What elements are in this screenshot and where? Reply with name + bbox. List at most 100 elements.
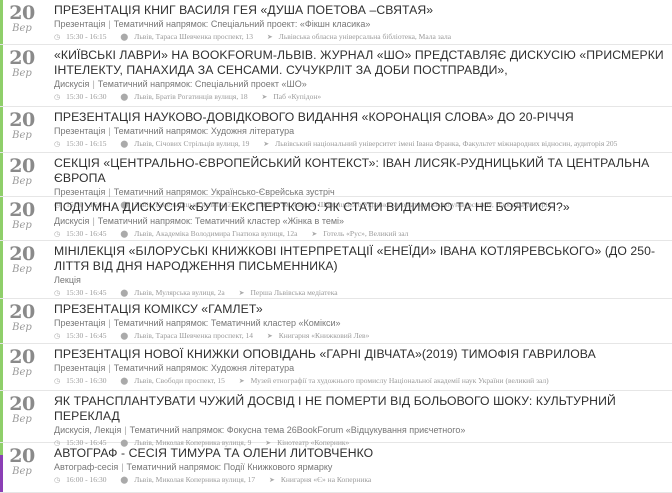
event-meta: Презентація | Тематичний напрямок: Тематич… bbox=[54, 318, 666, 329]
event-time-text: 15:30 - 16:15 bbox=[66, 32, 107, 41]
map-pin-icon: ⬤ bbox=[120, 230, 129, 238]
event-theme: Фокусна тема 26BookForum «Відцукування п… bbox=[226, 425, 466, 435]
event-theme-label: Тематичний напрямок: bbox=[113, 318, 209, 328]
event-type: Автограф-сесія bbox=[54, 462, 119, 472]
event-time: ◷ 15:30 - 16:15 bbox=[54, 32, 113, 41]
event-date: 20 Вер bbox=[0, 107, 44, 152]
map-pin-icon: ⬤ bbox=[120, 140, 129, 148]
event-title[interactable]: Презентація книг Василя Гея «Душа поетов… bbox=[54, 3, 666, 18]
event-row[interactable]: 20 Вер Мінілекція «Білоруські книжкові і… bbox=[0, 241, 672, 299]
location-arrow-icon: ➤ bbox=[238, 289, 245, 297]
event-venue[interactable]: ➤ Перша Львівська медіатека bbox=[239, 288, 344, 297]
event-body: Як трансплантувати чужий досвід і не пом… bbox=[44, 391, 672, 447]
event-row[interactable]: 20 Вер Подіумна дискусія «Бути експертко… bbox=[0, 197, 672, 241]
event-weekday: Вер bbox=[12, 176, 32, 187]
event-place: ⬤ Львів, Академіка Володимира Гнатюка вул… bbox=[120, 229, 303, 238]
event-venue[interactable]: ➤ Львівська обласна універсальна бібліоте… bbox=[267, 32, 457, 41]
event-weekday: Вер bbox=[12, 220, 32, 231]
event-info: ◷ 15:30 - 16:45 ⬤ Львів, Мулярська вулиця,… bbox=[54, 287, 666, 299]
event-theme: Художня література bbox=[210, 363, 295, 373]
event-type: Презентація bbox=[54, 187, 106, 197]
event-date: 20 Вер bbox=[0, 344, 44, 390]
clock-icon: ◷ bbox=[54, 476, 61, 484]
clock-icon: ◷ bbox=[54, 140, 61, 148]
event-time-text: 16:00 - 16:30 bbox=[66, 475, 107, 484]
event-body: Автограф - сесія Тимура та Олени Литовче… bbox=[44, 443, 672, 492]
event-venue[interactable]: ➤ Паб «Купідон» bbox=[261, 92, 327, 101]
event-meta: Презентація | Тематичний напрямок: Художня… bbox=[54, 126, 666, 137]
event-date: 20 Вер bbox=[0, 241, 44, 298]
meta-separator: | bbox=[121, 462, 124, 472]
event-place: ⬤ Львів, Тараса Шевченка проспект, 14 bbox=[120, 331, 259, 340]
event-title[interactable]: Автограф - сесія Тимура та Олени Литовче… bbox=[54, 446, 666, 461]
event-type: Презентація bbox=[54, 318, 106, 328]
event-weekday: Вер bbox=[12, 23, 32, 34]
event-venue[interactable]: ➤ Львівський національний університет іме… bbox=[263, 139, 623, 148]
event-meta: Автограф-сесія | Тематичний напрямок: Поді… bbox=[54, 462, 666, 473]
event-day: 20 bbox=[9, 301, 35, 323]
event-title[interactable]: Подіумна дискусія «Бути експерткою: як с… bbox=[54, 200, 666, 215]
event-row[interactable]: 20 Вер Автограф - сесія Тимура та Олени … bbox=[0, 443, 672, 493]
event-weekday: Вер bbox=[12, 367, 32, 378]
event-date: 20 Вер bbox=[0, 197, 44, 240]
location-arrow-icon: ➤ bbox=[238, 377, 245, 385]
event-time: ◷ 15:30 - 16:45 bbox=[54, 229, 113, 238]
map-pin-icon: ⬤ bbox=[120, 332, 129, 340]
event-theme-label: Тематичний напрямок: bbox=[113, 126, 209, 136]
event-theme-label: Тематичний напрямок: bbox=[97, 79, 193, 89]
event-type: Дискусія bbox=[54, 79, 90, 89]
event-body: Подіумна дискусія «Бути експерткою: як с… bbox=[44, 197, 672, 240]
event-place: ⬤ Львів, Тараса Шевченка проспект, 13 bbox=[120, 32, 259, 41]
map-pin-icon: ⬤ bbox=[120, 289, 129, 297]
event-title[interactable]: «Київські лаври» на BookForum-Львів. Жур… bbox=[54, 48, 666, 78]
event-info: ◷ 15:30 - 16:45 ⬤ Львів, Тараса Шевченка п… bbox=[54, 330, 666, 342]
event-place-text: Львів, Миколая Коперника вулиця, 17 bbox=[134, 475, 256, 484]
event-place-text: Львів, Братів Рогатинців вулиця, 18 bbox=[134, 92, 248, 101]
event-venue[interactable]: ➤ Книгарня «Книжковий Лев» bbox=[267, 331, 375, 340]
event-venue-text: Паб «Купідон» bbox=[273, 92, 322, 101]
event-type: Презентація bbox=[54, 126, 106, 136]
event-date: 20 Вер bbox=[0, 0, 44, 44]
event-venue-text: Музей етнографії та художнього промислу … bbox=[250, 376, 549, 385]
event-time: ◷ 15:30 - 16:30 bbox=[54, 376, 113, 385]
event-meta: Дискусія | Тематичний напрямок: Спеціальни… bbox=[54, 79, 666, 90]
event-title[interactable]: Презентація науково-довідкового видання … bbox=[54, 110, 666, 125]
meta-separator: | bbox=[92, 79, 95, 89]
event-venue[interactable]: ➤ Готель «Рус», Великий зал bbox=[311, 229, 414, 238]
event-day: 20 bbox=[9, 346, 35, 368]
event-row[interactable]: 20 Вер Презентація нової книжки оповідан… bbox=[0, 344, 672, 391]
event-row[interactable]: 20 Вер «Київські лаври» на BookForum-Льв… bbox=[0, 45, 672, 107]
event-place-text: Львів, Тараса Шевченка проспект, 13 bbox=[134, 32, 253, 41]
event-row[interactable]: 20 Вер Презентація книг Василя Гея «Душа… bbox=[0, 0, 672, 45]
clock-icon: ◷ bbox=[54, 33, 61, 41]
event-theme: Тематичний кластер «Жінка в темі» bbox=[194, 216, 345, 226]
event-row[interactable]: 20 Вер Секція «Центрально-європейський к… bbox=[0, 153, 672, 209]
event-time: ◷ 16:00 - 16:30 bbox=[54, 475, 113, 484]
event-date: 20 Вер bbox=[0, 45, 44, 106]
event-theme: Художня література bbox=[210, 126, 295, 136]
event-row[interactable]: 20 Вер Презентація коміксу «Гамлет» През… bbox=[0, 299, 672, 344]
event-time: ◷ 15:30 - 16:45 bbox=[54, 331, 113, 340]
event-title[interactable]: Презентація нової книжки оповідань «Гарн… bbox=[54, 347, 666, 362]
event-theme-label: Тематичний напрямок: bbox=[97, 216, 193, 226]
event-time: ◷ 15:30 - 16:45 bbox=[54, 288, 113, 297]
event-meta: Презентація | Тематичний напрямок: Художня… bbox=[54, 363, 666, 374]
location-arrow-icon: ➤ bbox=[268, 476, 275, 484]
map-pin-icon: ⬤ bbox=[120, 33, 129, 41]
event-title[interactable]: Як трансплантувати чужий досвід і не пом… bbox=[54, 394, 666, 424]
event-body: «Київські лаври» на BookForum-Львів. Жур… bbox=[44, 45, 672, 106]
event-title[interactable]: Мінілекція «Білоруські книжкові інтерпре… bbox=[54, 244, 666, 274]
event-info: ◷ 15:30 - 16:30 ⬤ Львів, Свободи проспект,… bbox=[54, 375, 666, 387]
event-info: ◷ 15:30 - 16:15 ⬤ Львів, Тараса Шевченка п… bbox=[54, 31, 666, 43]
event-row[interactable]: 20 Вер Як трансплантувати чужий досвід і… bbox=[0, 391, 672, 447]
event-row[interactable]: 20 Вер Презентація науково-довідкового в… bbox=[0, 107, 672, 153]
event-day: 20 bbox=[9, 243, 35, 265]
clock-icon: ◷ bbox=[54, 93, 61, 101]
event-time-text: 15:30 - 16:30 bbox=[66, 376, 107, 385]
event-title[interactable]: Секція «Центрально-європейський контекст… bbox=[54, 156, 666, 186]
event-venue[interactable]: ➤ Музей етнографії та художнього промислу… bbox=[239, 376, 555, 385]
event-date: 20 Вер bbox=[0, 391, 44, 442]
event-title[interactable]: Презентація коміксу «Гамлет» bbox=[54, 302, 666, 317]
event-venue[interactable]: ➤ Книгарня «Є» на Коперника bbox=[269, 475, 377, 484]
location-arrow-icon: ➤ bbox=[263, 140, 270, 148]
